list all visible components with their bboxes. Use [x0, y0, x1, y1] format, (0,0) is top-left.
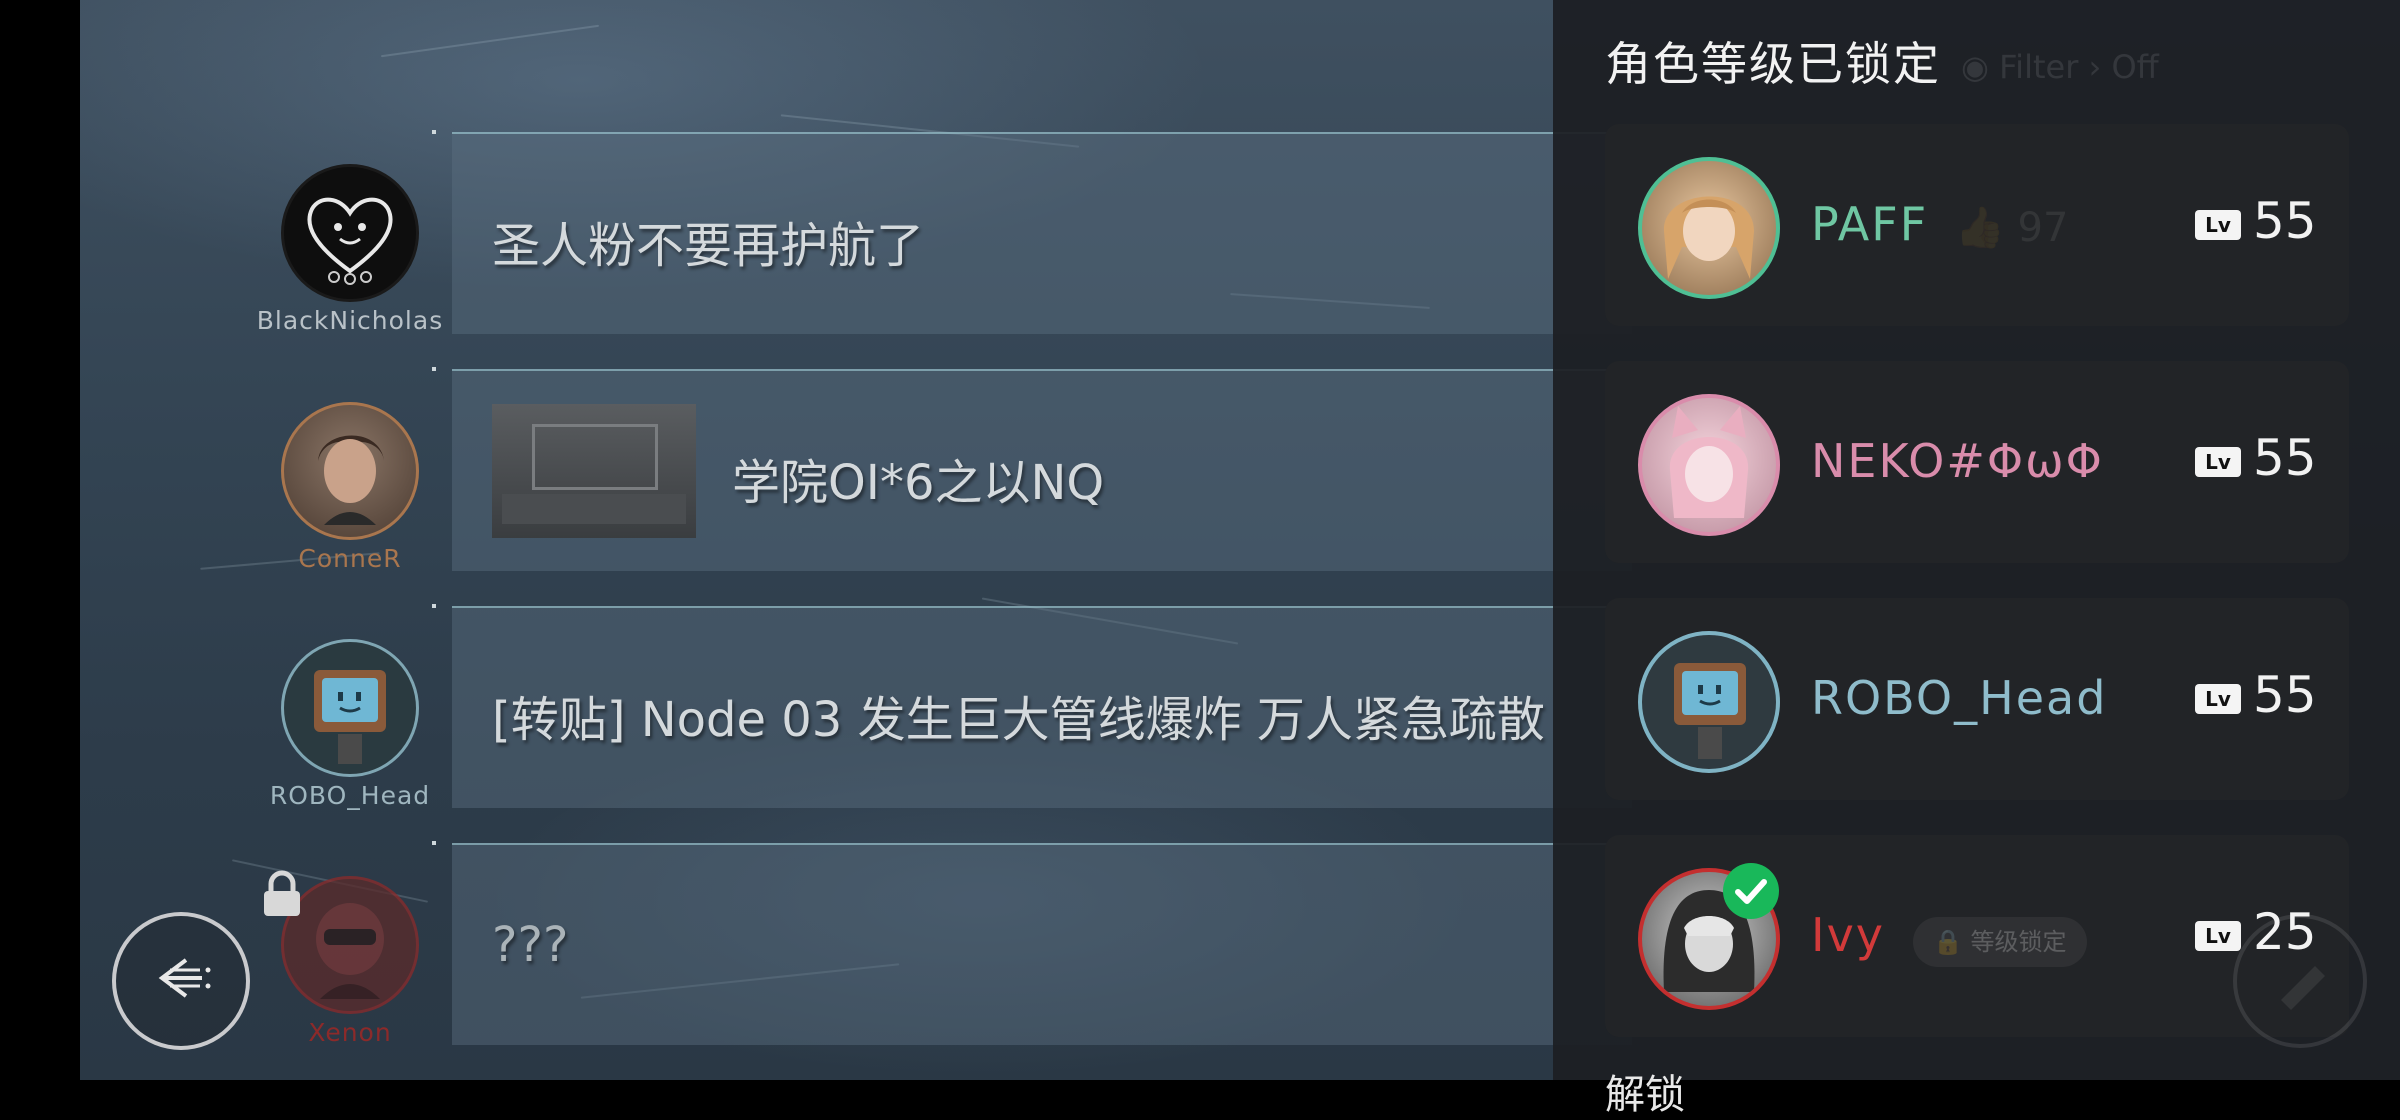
post-title: 学院OI*6之以NQ: [732, 455, 1105, 511]
filter-label: Filter: [1999, 48, 2079, 86]
post-title: ???: [492, 917, 569, 973]
post-author[interactable]: ConneR: [240, 402, 460, 573]
post-thumbnail: [492, 404, 696, 538]
level-value: 55: [2253, 429, 2317, 487]
avatar[interactable]: [281, 402, 419, 540]
check-icon: [1723, 863, 1779, 919]
post-author[interactable]: BlackNicholas: [240, 164, 460, 335]
character-name: ROBO_Head: [1811, 671, 2108, 725]
faded-action-button[interactable]: [2233, 914, 2367, 1048]
avatar: [1638, 631, 1780, 773]
lock-icon: [260, 870, 304, 922]
panel-title: 角色等级已锁定: [1605, 37, 1941, 91]
avatar[interactable]: [281, 639, 419, 777]
author-name: ConneR: [298, 544, 402, 573]
character-name: PAFF: [1811, 197, 1929, 251]
character-card-neko[interactable]: NEKO#ΦωΦ Lv 55: [1605, 361, 2349, 563]
post-title: 圣人粉不要再护航了: [492, 218, 925, 274]
post-title: [转贴] Node 03 发生巨大管线爆炸 万人紧急疏散: [492, 692, 1545, 748]
heart-mask-icon: [307, 197, 393, 285]
robot-head-icon: [1674, 663, 1746, 759]
character-card-paff[interactable]: PAFF 👍 97 Lv 55: [1605, 124, 2349, 326]
level-lock-badge: 🔒 等级锁定: [1913, 917, 2087, 967]
post-row[interactable]: 圣人粉不要再护航了: [432, 130, 1682, 334]
likes-count: 👍 97: [1955, 205, 2069, 251]
filter-value: Off: [2111, 48, 2159, 86]
character-name: NEKO#ΦωΦ: [1811, 434, 2104, 488]
edit-icon: [2281, 966, 2325, 1010]
avatar: [1638, 394, 1780, 536]
level-value: 55: [2253, 192, 2317, 250]
back-arrow-icon: [158, 958, 211, 998]
post-author[interactable]: Xenon: [240, 870, 460, 1047]
level-badge: Lv: [2195, 210, 2241, 240]
level-badge: Lv: [2195, 447, 2241, 477]
character-portrait-icon: [1663, 196, 1754, 279]
avatar: [1638, 157, 1780, 299]
author-name: ROBO_Head: [269, 781, 431, 810]
character-portrait-icon: [318, 435, 384, 525]
section-label: 解锁: [1605, 1072, 1685, 1118]
lock-icon: 🔒: [1933, 928, 1963, 956]
level-badge: Lv: [2195, 921, 2241, 951]
post-author[interactable]: ROBO_Head: [240, 639, 460, 810]
post-row[interactable]: 学院OI*6之以NQ: [432, 367, 1682, 571]
cat-ear-character-icon: [1669, 406, 1749, 518]
character-name: Ivy: [1811, 908, 1886, 962]
chevron-right-icon: ›: [2088, 48, 2102, 86]
lock-status-label: 等级锁定: [1970, 928, 2067, 956]
avatar[interactable]: [281, 164, 419, 302]
eye-icon: ◉: [1961, 48, 1989, 86]
level-value: 55: [2253, 666, 2317, 724]
character-card-robo-head[interactable]: ROBO_Head Lv 55: [1605, 598, 2349, 800]
character-select-panel: 角色等级已锁定 ◉ Filter › Off PAFF 👍 97 Lv 55 N…: [1553, 0, 2400, 1118]
author-name: Xenon: [308, 1018, 392, 1047]
level-badge: Lv: [2195, 684, 2241, 714]
post-row[interactable]: [转贴] Node 03 发生巨大管线爆炸 万人紧急疏散: [432, 604, 1682, 808]
post-row[interactable]: ???: [432, 841, 1682, 1045]
back-button[interactable]: [112, 912, 250, 1050]
author-name: BlackNicholas: [256, 306, 444, 335]
filter-toggle[interactable]: ◉ Filter › Off: [1961, 48, 2159, 86]
robot-head-icon: [314, 670, 386, 764]
